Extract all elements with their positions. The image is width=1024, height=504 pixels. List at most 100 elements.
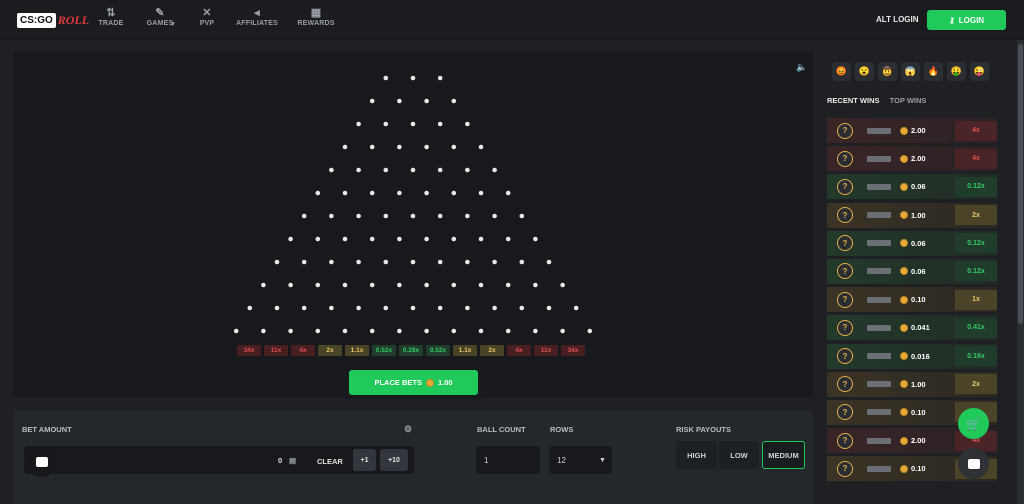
nav-rewards[interactable]: ▦ REWARDS — [297, 6, 334, 27]
coin-icon — [900, 323, 908, 332]
peg — [397, 328, 402, 334]
emoji-reaction-icon[interactable]: 🤠 — [878, 62, 897, 81]
support-button[interactable] — [958, 448, 989, 479]
peg — [369, 190, 375, 196]
chat-button[interactable] — [26, 446, 57, 477]
peg — [315, 236, 321, 242]
win-row[interactable]: ? 2.00 4x — [827, 118, 997, 143]
emoji-reaction-icon[interactable]: 🤑 — [947, 62, 966, 81]
peg — [315, 190, 321, 196]
peg — [424, 144, 429, 150]
peg — [424, 236, 429, 242]
peg — [451, 144, 457, 150]
peg — [247, 305, 253, 311]
risk-medium-button[interactable]: MEDIUM — [762, 441, 805, 469]
rows-select[interactable]: 12 ▼ — [549, 446, 612, 474]
peg — [410, 305, 416, 311]
peg — [383, 305, 389, 311]
win-amount: 0.10 — [900, 295, 926, 304]
support-icon — [967, 458, 980, 469]
volume-icon[interactable]: 🔈 — [796, 62, 807, 73]
tab-top-wins[interactable]: TOP WINS — [890, 96, 927, 105]
win-row[interactable]: ? 1.00 2x — [827, 202, 997, 228]
peg — [465, 259, 470, 265]
win-multiplier: 2x — [955, 374, 997, 395]
settings-gear-icon[interactable]: ⚙ — [404, 424, 412, 435]
peg — [410, 213, 416, 219]
peg — [451, 236, 457, 242]
megaphone-icon: ◂ — [254, 7, 260, 19]
nav-trade[interactable]: ⇅ TRADE — [93, 6, 129, 27]
peg — [478, 328, 484, 334]
peg — [383, 75, 389, 81]
risk-low-button[interactable]: LOW — [719, 441, 759, 469]
peg — [383, 259, 389, 265]
avatar: ? — [837, 178, 853, 195]
place-bets-button[interactable]: PLACE BETS 1.00 — [349, 370, 478, 395]
peg — [478, 236, 484, 242]
peg — [342, 328, 348, 334]
peg — [492, 167, 497, 173]
win-row[interactable]: ? 1.00 2x — [827, 371, 997, 397]
avatar: ? — [837, 319, 853, 336]
alt-login-link[interactable]: ALT LOGIN — [876, 15, 919, 24]
peg — [573, 305, 579, 311]
peg — [519, 213, 525, 219]
emoji-reaction-icon[interactable]: 😡 — [832, 62, 851, 81]
win-row[interactable]: ? 0.06 0.12x — [827, 174, 997, 200]
emoji-reaction-icon[interactable]: 😮 — [855, 62, 874, 81]
multiplier-slot: 1.1x — [345, 345, 369, 356]
cart-button[interactable]: 🛒 — [958, 408, 989, 439]
peg — [342, 282, 348, 288]
peg — [342, 144, 348, 150]
avatar: ? — [837, 235, 853, 252]
win-amount: 0.10 — [900, 408, 926, 417]
peg — [397, 144, 402, 150]
win-row[interactable]: ? 0.041 0.41x — [827, 315, 997, 341]
emoji-reaction-icon[interactable]: 😜 — [970, 62, 989, 81]
peg — [519, 305, 525, 311]
peg — [478, 282, 484, 288]
peg — [546, 305, 552, 311]
nav-pvp[interactable]: ✕ PVP — [189, 6, 225, 27]
peg — [261, 282, 266, 288]
win-row[interactable]: ? 0.06 0.12x — [827, 258, 997, 284]
peg — [383, 121, 389, 127]
peg — [369, 282, 375, 288]
plus-ten-button[interactable]: +10 — [380, 449, 408, 471]
coin-icon — [900, 267, 908, 276]
ball-count-input[interactable]: 1 — [476, 446, 540, 474]
plus-one-button[interactable]: +1 — [353, 449, 376, 471]
peg — [519, 259, 525, 265]
peg — [478, 190, 484, 196]
win-row[interactable]: ? 0.10 1x — [827, 287, 997, 313]
peg — [397, 282, 402, 288]
peg — [342, 190, 348, 196]
nav-affiliates[interactable]: ◂ AFFILIATES — [236, 6, 278, 27]
win-amount: 0.10 — [900, 464, 926, 473]
win-row[interactable]: ? 0.016 0.16x — [827, 343, 997, 369]
peg — [437, 167, 443, 173]
peg — [492, 259, 497, 265]
win-amount: 1.00 — [900, 211, 926, 220]
emoji-reaction-icon[interactable]: 😱 — [901, 62, 920, 81]
csgoroll-logo[interactable]: CS:GO ROLL — [17, 10, 89, 30]
peg — [451, 98, 457, 104]
emoji-reaction-icon[interactable]: 🔥 — [924, 62, 943, 81]
page-scrollbar[interactable] — [1017, 40, 1024, 504]
nav-games[interactable]: ✎ GAMES ▾ — [142, 6, 178, 28]
avatar: ? — [837, 263, 853, 280]
coin-stack-icon: ▤ — [289, 456, 297, 465]
peg — [505, 282, 511, 288]
risk-high-button[interactable]: HIGH — [676, 441, 717, 469]
login-button[interactable]: ⚷ LOGIN — [927, 10, 1006, 30]
win-row[interactable]: ? 0.06 0.12x — [827, 230, 997, 256]
avatar: ? — [837, 150, 853, 167]
clear-button[interactable]: CLEAR — [317, 457, 343, 466]
win-row[interactable]: ? 2.00 4x — [827, 146, 997, 172]
peg — [505, 236, 511, 242]
bet-amount-label: BET AMOUNT — [22, 425, 72, 434]
tab-recent-wins[interactable]: RECENT WINS — [827, 96, 880, 105]
peg — [465, 213, 470, 219]
avatar: ? — [837, 376, 853, 393]
